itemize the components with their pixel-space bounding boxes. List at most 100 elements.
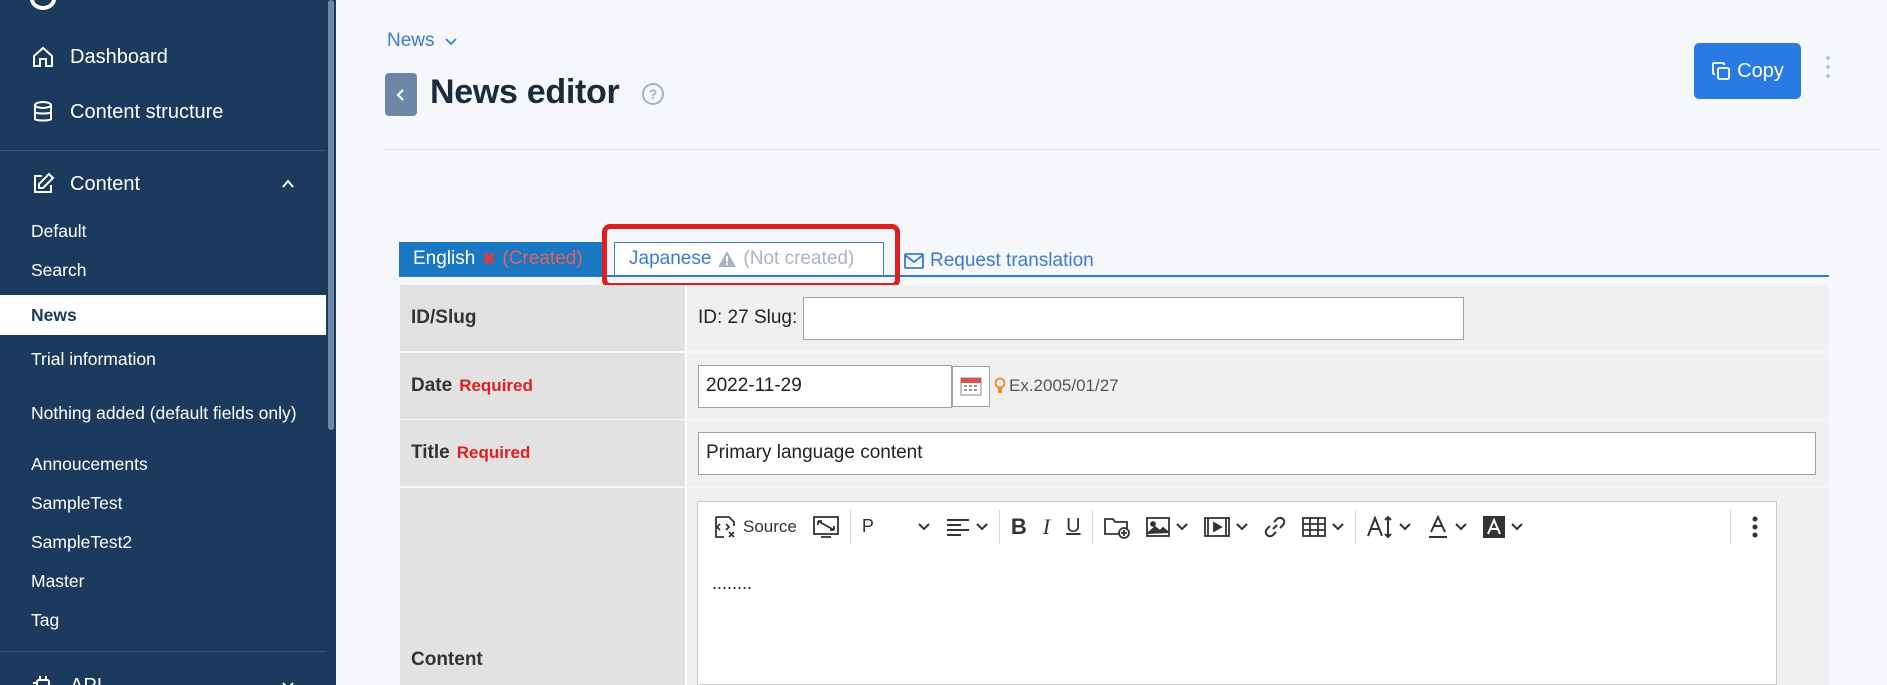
toolbar-separator — [1091, 509, 1093, 544]
request-translation-link[interactable]: Request translation — [904, 250, 1094, 272]
sidebar-divider — [0, 651, 326, 652]
date-input[interactable]: 2022-11-29 — [698, 364, 952, 408]
field-label: Date Required — [400, 353, 685, 419]
sidebar-item-label: Tag — [31, 609, 60, 630]
sidebar-item-sampletest[interactable]: SampleTest — [0, 486, 326, 520]
bold-button[interactable]: B — [1003, 509, 1035, 545]
source-label: Source — [743, 516, 797, 536]
chevron-up-icon — [282, 179, 294, 188]
toolbar-separator — [998, 509, 1000, 544]
sidebar-item-sampletest2[interactable]: SampleTest2 — [0, 525, 326, 559]
sidebar-section-api[interactable]: API — [0, 666, 326, 685]
chevron-down-icon — [918, 522, 930, 530]
editor-content: ........ — [712, 573, 753, 593]
image-dropdown[interactable] — [1138, 509, 1196, 545]
align-left-icon — [946, 518, 969, 536]
label-text: Date — [411, 375, 453, 396]
sidebar-item-label: News — [31, 304, 77, 325]
sidebar-item-label: SampleTest — [31, 492, 123, 513]
link-button[interactable] — [1256, 509, 1294, 545]
label-text: Content — [411, 649, 483, 670]
sidebar-item-nothing-added[interactable]: Nothing added (default fields only) — [0, 386, 326, 440]
bold-icon: B — [1010, 513, 1027, 539]
more-tools-button[interactable] — [1734, 509, 1776, 545]
sidebar-item-label: Master — [31, 570, 85, 591]
more-vertical-icon — [1752, 516, 1758, 537]
align-dropdown[interactable] — [938, 509, 996, 545]
sidebar-item-content-structure[interactable]: Content structure — [0, 92, 326, 132]
sidebar-section-label: Content — [70, 172, 141, 195]
back-button[interactable] — [385, 73, 417, 116]
fullscreen-button[interactable] — [805, 509, 847, 545]
chevron-down-icon — [1235, 522, 1248, 530]
chevron-down-icon — [1398, 522, 1411, 530]
form-row-title: Title Required Primary language content — [400, 420, 1829, 486]
tab-english[interactable]: English ✖ (Created) — [399, 242, 603, 276]
copy-button[interactable]: Copy — [1694, 43, 1801, 99]
chevron-down-icon — [1510, 522, 1523, 530]
sidebar-divider — [0, 150, 326, 151]
file-manager-button[interactable] — [1096, 509, 1138, 545]
sidebar-item-label: Default — [31, 220, 87, 241]
image-icon — [1145, 516, 1170, 537]
underline-button[interactable]: U — [1058, 509, 1088, 545]
rich-text-editor[interactable]: ........ — [697, 551, 1777, 685]
more-options-icon[interactable] — [1825, 56, 1831, 78]
breadcrumb[interactable]: News — [387, 30, 457, 52]
sidebar-item-tag[interactable]: Tag — [0, 603, 326, 637]
media-dropdown[interactable] — [1196, 509, 1256, 545]
paragraph-dropdown[interactable]: P — [854, 509, 938, 545]
help-icon[interactable]: ? — [642, 83, 664, 105]
sidebar-scrollbar[interactable] — [328, 0, 334, 430]
chevron-down-icon — [282, 682, 294, 685]
paragraph-label: P — [861, 516, 874, 536]
font-size-dropdown[interactable] — [1359, 509, 1419, 545]
form-row-date: Date Required 2022-11-29 Ex.2005/01/27 — [400, 353, 1829, 419]
italic-icon: I — [1042, 513, 1051, 539]
copy-button-label: Copy — [1737, 59, 1784, 82]
sidebar-item-annoucements[interactable]: Annoucements — [0, 447, 326, 481]
api-icon — [30, 673, 56, 685]
font-size-icon — [1366, 515, 1392, 538]
toolbar-separator — [849, 509, 851, 544]
label-text: ID/Slug — [411, 307, 477, 328]
sidebar-item-news[interactable]: News — [0, 295, 326, 335]
calendar-button[interactable] — [952, 365, 990, 407]
app-logo-icon — [30, 0, 56, 10]
form-row-id-slug: ID/Slug ID: 27 Slug: — [400, 285, 1829, 351]
header-divider — [385, 149, 1881, 150]
field-value: ID: 27 Slug: — [685, 285, 1829, 351]
sidebar-item-master[interactable]: Master — [0, 564, 326, 598]
sidebar-item-label: Content structure — [70, 100, 224, 123]
slug-input[interactable] — [803, 296, 1465, 340]
sidebar: Dashboard Content structure Content Defa… — [0, 0, 336, 685]
sidebar-item-trial-information[interactable]: Trial information — [0, 342, 326, 376]
italic-button[interactable]: I — [1035, 509, 1058, 545]
source-button[interactable]: Source — [712, 509, 805, 545]
table-dropdown[interactable] — [1294, 509, 1352, 545]
background-color-dropdown[interactable] — [1475, 509, 1531, 545]
tab-status: (Created) — [502, 248, 583, 269]
sidebar-item-label: Dashboard — [70, 45, 168, 68]
sidebar-section-label: API — [70, 675, 102, 685]
source-code-icon — [715, 515, 735, 538]
sidebar-item-search[interactable]: Search — [0, 253, 326, 287]
toolbar-separator — [1354, 509, 1356, 544]
delete-icon: ✖ — [481, 248, 497, 269]
sidebar-item-default[interactable]: Default — [0, 214, 326, 248]
sidebar-section-content[interactable]: Content — [0, 164, 326, 204]
sidebar-item-dashboard[interactable]: Dashboard — [0, 37, 326, 77]
font-color-icon — [1428, 514, 1447, 538]
chevron-down-icon — [1331, 522, 1344, 530]
underline-icon: U — [1066, 515, 1081, 537]
font-color-dropdown[interactable] — [1419, 509, 1475, 545]
edit-icon — [30, 171, 56, 197]
sidebar-item-label: Nothing added (default fields only) — [31, 403, 297, 423]
title-input[interactable]: Primary language content — [698, 431, 1816, 475]
field-value: 2022-11-29 Ex.2005/01/27 — [685, 353, 1829, 419]
mail-icon — [904, 253, 924, 269]
id-text: ID: 27 Slug: — [698, 307, 798, 328]
database-icon — [30, 99, 56, 125]
required-badge: Required — [459, 376, 533, 395]
calendar-icon — [960, 377, 982, 396]
